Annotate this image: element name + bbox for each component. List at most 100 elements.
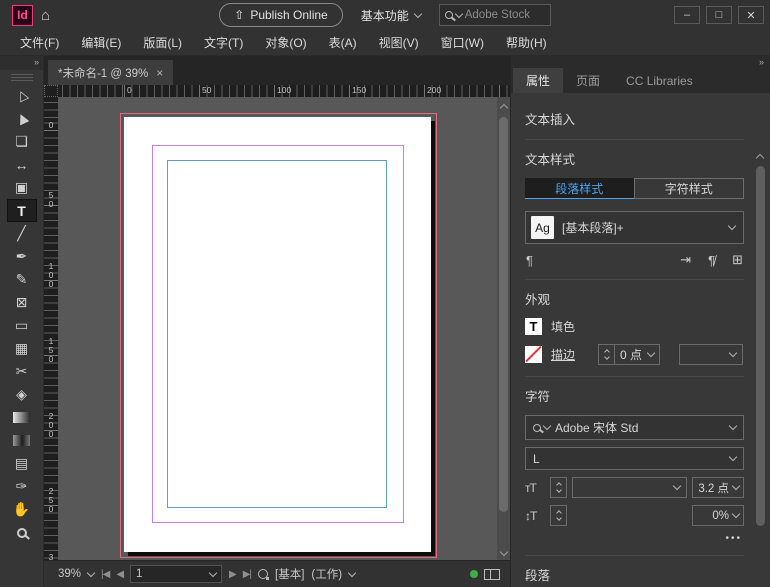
direct-selection-tool[interactable]: ▶ xyxy=(7,107,37,130)
text-frame[interactable] xyxy=(167,160,387,508)
panel-collapse-button[interactable]: » xyxy=(511,56,770,68)
maximize-button[interactable]: □ xyxy=(706,6,732,24)
preflight-profile[interactable]: [基本] xyxy=(275,566,304,582)
hand-tool[interactable]: ✋ xyxy=(7,498,37,521)
pen-tool[interactable]: ✒ xyxy=(7,245,37,268)
stroke-label[interactable]: 描边 xyxy=(551,346,575,363)
menu-help[interactable]: 帮助(H) xyxy=(496,31,557,54)
step-down-icon[interactable] xyxy=(556,487,562,493)
indesign-window: Id ⌂ ⇧ Publish Online 基本功能 Adobe Stock –… xyxy=(0,0,770,587)
menu-view[interactable]: 视图(V) xyxy=(369,31,429,54)
page-number-field[interactable]: 1 xyxy=(130,565,222,583)
divider xyxy=(525,139,744,140)
ruler-origin-box[interactable] xyxy=(44,85,58,97)
minimize-button[interactable]: – xyxy=(674,6,700,24)
scroll-up-icon[interactable] xyxy=(499,104,507,112)
paragraph-mark-icon[interactable]: ¶ xyxy=(526,253,533,268)
step-down-icon[interactable] xyxy=(604,354,610,360)
scissors-tool[interactable]: ✂ xyxy=(7,360,37,383)
previous-page-button[interactable]: ◀ xyxy=(116,569,123,580)
stroke-weight-stepper[interactable] xyxy=(598,344,615,365)
type-tool[interactable]: T xyxy=(7,199,37,222)
redefine-style-icon[interactable]: ⇥ xyxy=(680,252,691,268)
tools-collapse-button[interactable]: » xyxy=(0,56,43,70)
leading-stepper[interactable] xyxy=(550,505,567,526)
table-tool[interactable]: ▦ xyxy=(7,337,37,360)
preflight-menu-icon[interactable] xyxy=(258,569,268,579)
scroll-down-icon[interactable] xyxy=(499,548,507,556)
stroke-none-swatch[interactable] xyxy=(525,346,542,363)
close-button[interactable]: ✕ xyxy=(738,6,764,24)
step-down-icon[interactable] xyxy=(556,515,562,521)
paragraph-style-dropdown[interactable]: Ag [基本段落]+ xyxy=(525,211,744,244)
horizontal-ruler[interactable]: 0 50 100 150 200 xyxy=(58,85,510,97)
font-size-field[interactable]: 3.2 点 xyxy=(692,477,744,498)
stroke-weight-field[interactable]: 0 点 xyxy=(615,344,660,365)
text-styles-header: 文本样式 xyxy=(525,149,744,168)
tools-grip[interactable] xyxy=(11,72,33,81)
pencil-tool[interactable]: ✎ xyxy=(7,268,37,291)
tab-cc-libraries[interactable]: CC Libraries xyxy=(613,68,706,93)
eyedropper-tool[interactable]: ✑ xyxy=(7,475,37,498)
home-icon[interactable]: ⌂ xyxy=(41,7,50,24)
chevron-down-icon[interactable] xyxy=(209,568,217,576)
selection-tool[interactable]: ▷ xyxy=(7,84,37,107)
gradient-feather-icon xyxy=(13,435,30,446)
workspace-switcher[interactable]: 基本功能 xyxy=(361,7,421,24)
stroke-type-dropdown[interactable] xyxy=(679,344,743,365)
gradient-feather-tool[interactable] xyxy=(7,429,37,452)
menu-type[interactable]: 文字(T) xyxy=(194,31,253,54)
leading-field[interactable]: 0% xyxy=(692,505,744,526)
font-style-dropdown[interactable]: L xyxy=(525,447,744,470)
menu-file[interactable]: 文件(F) xyxy=(10,31,69,54)
chevron-down-icon[interactable] xyxy=(87,568,95,576)
menu-window[interactable]: 窗口(W) xyxy=(431,31,494,54)
gap-tool[interactable]: ↔ xyxy=(7,153,37,176)
font-size-stepper[interactable] xyxy=(550,477,567,498)
free-transform-tool[interactable]: ◈ xyxy=(7,383,37,406)
scrollbar-thumb[interactable] xyxy=(756,166,765,526)
scrollbar-thumb[interactable] xyxy=(499,117,508,512)
content-collector-tool[interactable]: ▣ xyxy=(7,176,37,199)
chevron-down-icon[interactable] xyxy=(348,568,356,576)
clear-overrides-icon[interactable]: ¶̸ xyxy=(708,253,715,268)
canvas-scrollbar[interactable] xyxy=(497,97,510,560)
line-tool[interactable]: ╱ xyxy=(7,222,37,245)
page-tool[interactable]: ❏ xyxy=(7,130,37,153)
fill-swatch[interactable]: T xyxy=(525,318,542,335)
new-style-icon[interactable]: ⊞ xyxy=(732,252,743,268)
more-options-button[interactable]: ••• xyxy=(527,533,742,544)
gradient-tool[interactable] xyxy=(7,406,37,429)
last-page-button[interactable]: ▶| xyxy=(243,569,251,580)
rectangle-tool[interactable]: ▭ xyxy=(7,314,37,337)
zoom-tool[interactable] xyxy=(7,521,37,544)
tab-properties[interactable]: 属性 xyxy=(513,68,563,93)
preflight-state[interactable]: (工作) xyxy=(311,566,342,582)
font-family-dropdown[interactable]: Adobe 宋体 Std xyxy=(525,415,744,440)
menu-layout[interactable]: 版面(L) xyxy=(133,31,192,54)
document-tab[interactable]: *未命名-1 @ 39% × xyxy=(48,60,173,85)
character-styles-tab[interactable]: 字符样式 xyxy=(634,178,745,199)
panel-scrollbar[interactable] xyxy=(755,160,766,563)
next-page-button[interactable]: ▶ xyxy=(229,569,236,580)
menu-edit[interactable]: 编辑(E) xyxy=(71,31,131,54)
first-page-button[interactable]: |◀ xyxy=(101,569,109,580)
menu-table[interactable]: 表(A) xyxy=(319,31,367,54)
pasteboard[interactable]: 0 50 100 150 200 250 300 xyxy=(44,97,510,560)
zoom-level[interactable]: 39% xyxy=(58,568,81,580)
paragraph-styles-tab[interactable]: 段落样式 xyxy=(525,178,634,199)
chevron-down-icon[interactable] xyxy=(647,349,655,357)
tab-pages[interactable]: 页面 xyxy=(563,68,613,93)
pages-indicator-icon[interactable] xyxy=(484,569,500,580)
publish-online-button[interactable]: ⇧ Publish Online xyxy=(219,3,342,27)
vertical-ruler[interactable]: 0 50 100 150 200 250 300 xyxy=(44,97,58,560)
adobe-stock-search[interactable]: Adobe Stock xyxy=(439,4,551,26)
tab-close-icon[interactable]: × xyxy=(156,66,163,80)
font-style-value: L xyxy=(533,452,540,466)
font-size-dropdown[interactable] xyxy=(572,477,687,498)
fill-label[interactable]: 填色 xyxy=(551,318,575,335)
menu-object[interactable]: 对象(O) xyxy=(255,31,316,54)
note-tool[interactable]: ▤ xyxy=(7,452,37,475)
table-icon: ▦ xyxy=(15,340,28,357)
rectangle-frame-tool[interactable]: ⊠ xyxy=(7,291,37,314)
